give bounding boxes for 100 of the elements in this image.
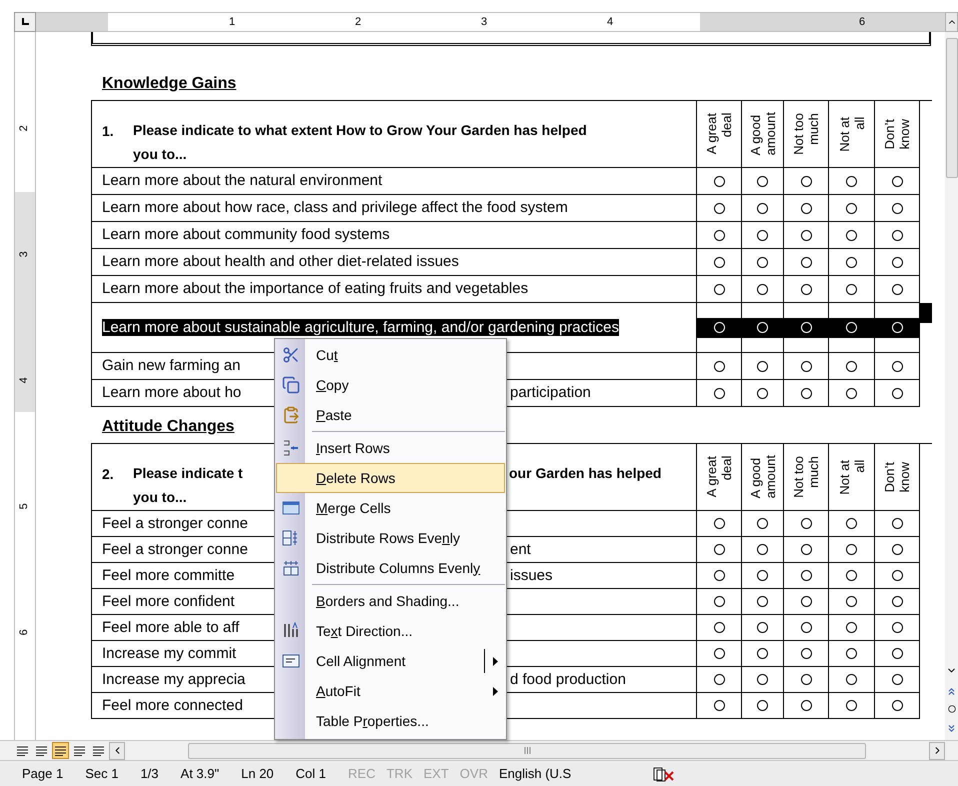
browse-object-icon[interactable] (948, 705, 956, 713)
radio-button[interactable] (800, 674, 812, 685)
scroll-thumb[interactable] (946, 38, 958, 178)
radio-button[interactable] (757, 360, 768, 372)
radio-button[interactable] (892, 230, 902, 240)
radio-button[interactable] (800, 176, 812, 186)
radio-button[interactable] (846, 202, 857, 214)
vertical-scrollbar[interactable] (945, 32, 958, 740)
radio-button[interactable] (892, 256, 902, 268)
radio-button[interactable] (800, 230, 812, 240)
radio-button[interactable] (846, 230, 857, 240)
radio-button[interactable] (892, 570, 902, 581)
radio-button[interactable] (846, 518, 857, 529)
radio-button[interactable] (892, 648, 902, 659)
radio-button[interactable] (714, 648, 724, 659)
radio-button[interactable] (800, 700, 812, 711)
radio-button[interactable] (757, 596, 768, 607)
next-page-icon[interactable] (946, 723, 957, 734)
radio-button[interactable] (714, 256, 724, 268)
radio-button[interactable] (800, 570, 812, 581)
radio-button[interactable] (757, 388, 768, 398)
radio-button[interactable] (714, 544, 724, 555)
horizontal-scroll-thumb[interactable] (188, 742, 866, 758)
radio-button[interactable] (846, 622, 857, 633)
radio-button[interactable] (757, 570, 768, 581)
radio-button[interactable] (846, 388, 857, 398)
radio-button[interactable] (892, 518, 902, 529)
radio-button[interactable] (800, 596, 812, 607)
radio-button[interactable] (757, 622, 768, 633)
radio-button[interactable] (800, 388, 812, 398)
radio-button[interactable] (892, 202, 902, 214)
radio-button[interactable] (846, 648, 857, 659)
radio-button[interactable] (892, 596, 902, 607)
menu-item[interactable]: Delete Rows (276, 463, 505, 493)
radio-button[interactable] (757, 700, 768, 711)
radio-button[interactable] (800, 284, 812, 294)
menu-item[interactable]: Borders and Shading... (276, 586, 505, 616)
radio-button[interactable] (892, 388, 902, 398)
previous-page-icon[interactable] (946, 686, 957, 697)
menu-item[interactable]: Copy (276, 370, 505, 400)
column-header: A great deal (704, 113, 734, 155)
menu-item[interactable]: Cell Alignment (276, 646, 505, 676)
radio-button[interactable] (892, 176, 902, 186)
radio-button[interactable] (892, 700, 902, 711)
radio-button[interactable] (892, 284, 902, 294)
radio-button[interactable] (846, 360, 857, 372)
radio-button[interactable] (714, 230, 724, 240)
menu-item[interactable]: Distribute Columns Evenly (276, 553, 505, 583)
radio-button[interactable] (846, 596, 857, 607)
radio-button[interactable] (846, 284, 857, 294)
radio-button[interactable] (757, 674, 768, 685)
radio-button[interactable] (714, 176, 724, 186)
radio-button[interactable] (757, 648, 768, 659)
radio-button[interactable] (800, 256, 812, 268)
radio-button[interactable] (714, 622, 724, 633)
menu-item[interactable]: Text Direction... (276, 616, 505, 646)
radio-button[interactable] (714, 674, 724, 685)
scroll-left-button[interactable] (109, 742, 125, 760)
menu-item[interactable]: Table Properties... (276, 706, 505, 736)
radio-button[interactable] (757, 176, 768, 186)
view-button[interactable] (52, 742, 69, 759)
radio-button[interactable] (757, 202, 768, 214)
radio-button[interactable] (757, 230, 768, 240)
menu-item[interactable]: Cut (276, 340, 505, 370)
radio-button[interactable] (757, 256, 768, 268)
radio-button[interactable] (846, 570, 857, 581)
radio-button[interactable] (800, 518, 812, 529)
radio-button[interactable] (846, 256, 857, 268)
radio-button[interactable] (714, 596, 724, 607)
radio-button[interactable] (800, 622, 812, 633)
radio-button[interactable] (892, 622, 902, 633)
radio-button[interactable] (757, 284, 768, 294)
radio-button[interactable] (714, 360, 724, 372)
radio-button[interactable] (714, 570, 724, 581)
menu-item[interactable]: Merge Cells (276, 493, 505, 523)
scroll-right-button[interactable] (929, 742, 945, 760)
radio-button[interactable] (800, 648, 812, 659)
radio-button[interactable] (846, 674, 857, 685)
radio-button[interactable] (800, 202, 812, 214)
radio-button[interactable] (757, 518, 768, 529)
menu-item[interactable]: Insert Rows (276, 433, 505, 463)
radio-button[interactable] (714, 388, 724, 398)
radio-button[interactable] (892, 544, 902, 555)
menu-item[interactable]: Distribute Rows Evenly (276, 523, 505, 553)
radio-button[interactable] (846, 176, 857, 186)
radio-button[interactable] (892, 674, 902, 685)
tab-selector[interactable] (14, 12, 36, 32)
radio-button[interactable] (846, 700, 857, 711)
radio-button[interactable] (800, 544, 812, 555)
radio-button[interactable] (800, 360, 812, 372)
menu-item[interactable]: Paste (276, 400, 505, 430)
radio-button[interactable] (714, 284, 724, 294)
radio-button[interactable] (714, 202, 724, 214)
radio-button[interactable] (714, 518, 724, 529)
radio-button[interactable] (846, 544, 857, 555)
radio-button[interactable] (892, 360, 902, 372)
menu-item[interactable]: AutoFit (276, 676, 505, 706)
scroll-up-button[interactable] (945, 12, 958, 32)
radio-button[interactable] (757, 544, 768, 555)
radio-button[interactable] (714, 700, 724, 711)
